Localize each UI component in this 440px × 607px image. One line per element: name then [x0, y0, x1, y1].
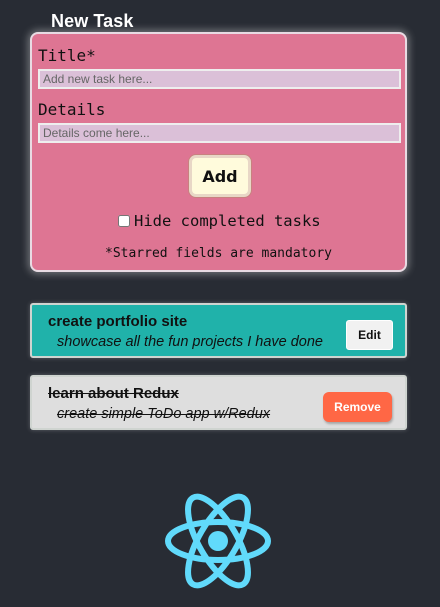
title-label: Title* — [38, 46, 96, 65]
hide-completed-row: Hide completed tasks — [118, 212, 321, 230]
task-card-active: create portfolio site showcase all the f… — [30, 303, 407, 358]
add-button[interactable]: Add — [189, 155, 251, 197]
page-title: New Task — [51, 11, 134, 31]
title-input[interactable] — [38, 69, 401, 89]
edit-button[interactable]: Edit — [346, 320, 393, 350]
react-logo-icon — [165, 493, 271, 589]
hide-completed-checkbox[interactable] — [118, 215, 130, 227]
hide-completed-label[interactable]: Hide completed tasks — [134, 212, 321, 230]
remove-button[interactable]: Remove — [323, 392, 392, 422]
task-details: create simple ToDo app w/Redux — [57, 406, 271, 422]
task-details: showcase all the fun projects I have don… — [57, 334, 323, 350]
task-card-completed: learn about Redux create simple ToDo app… — [30, 375, 407, 430]
task-title: create portfolio site — [48, 313, 188, 330]
new-task-form: Title* Details Add Hide completed tasks … — [30, 32, 407, 272]
mandatory-note: *Starred fields are mandatory — [105, 246, 332, 261]
task-title: learn about Redux — [48, 385, 179, 402]
details-label: Details — [38, 100, 106, 119]
details-input[interactable] — [38, 123, 401, 143]
